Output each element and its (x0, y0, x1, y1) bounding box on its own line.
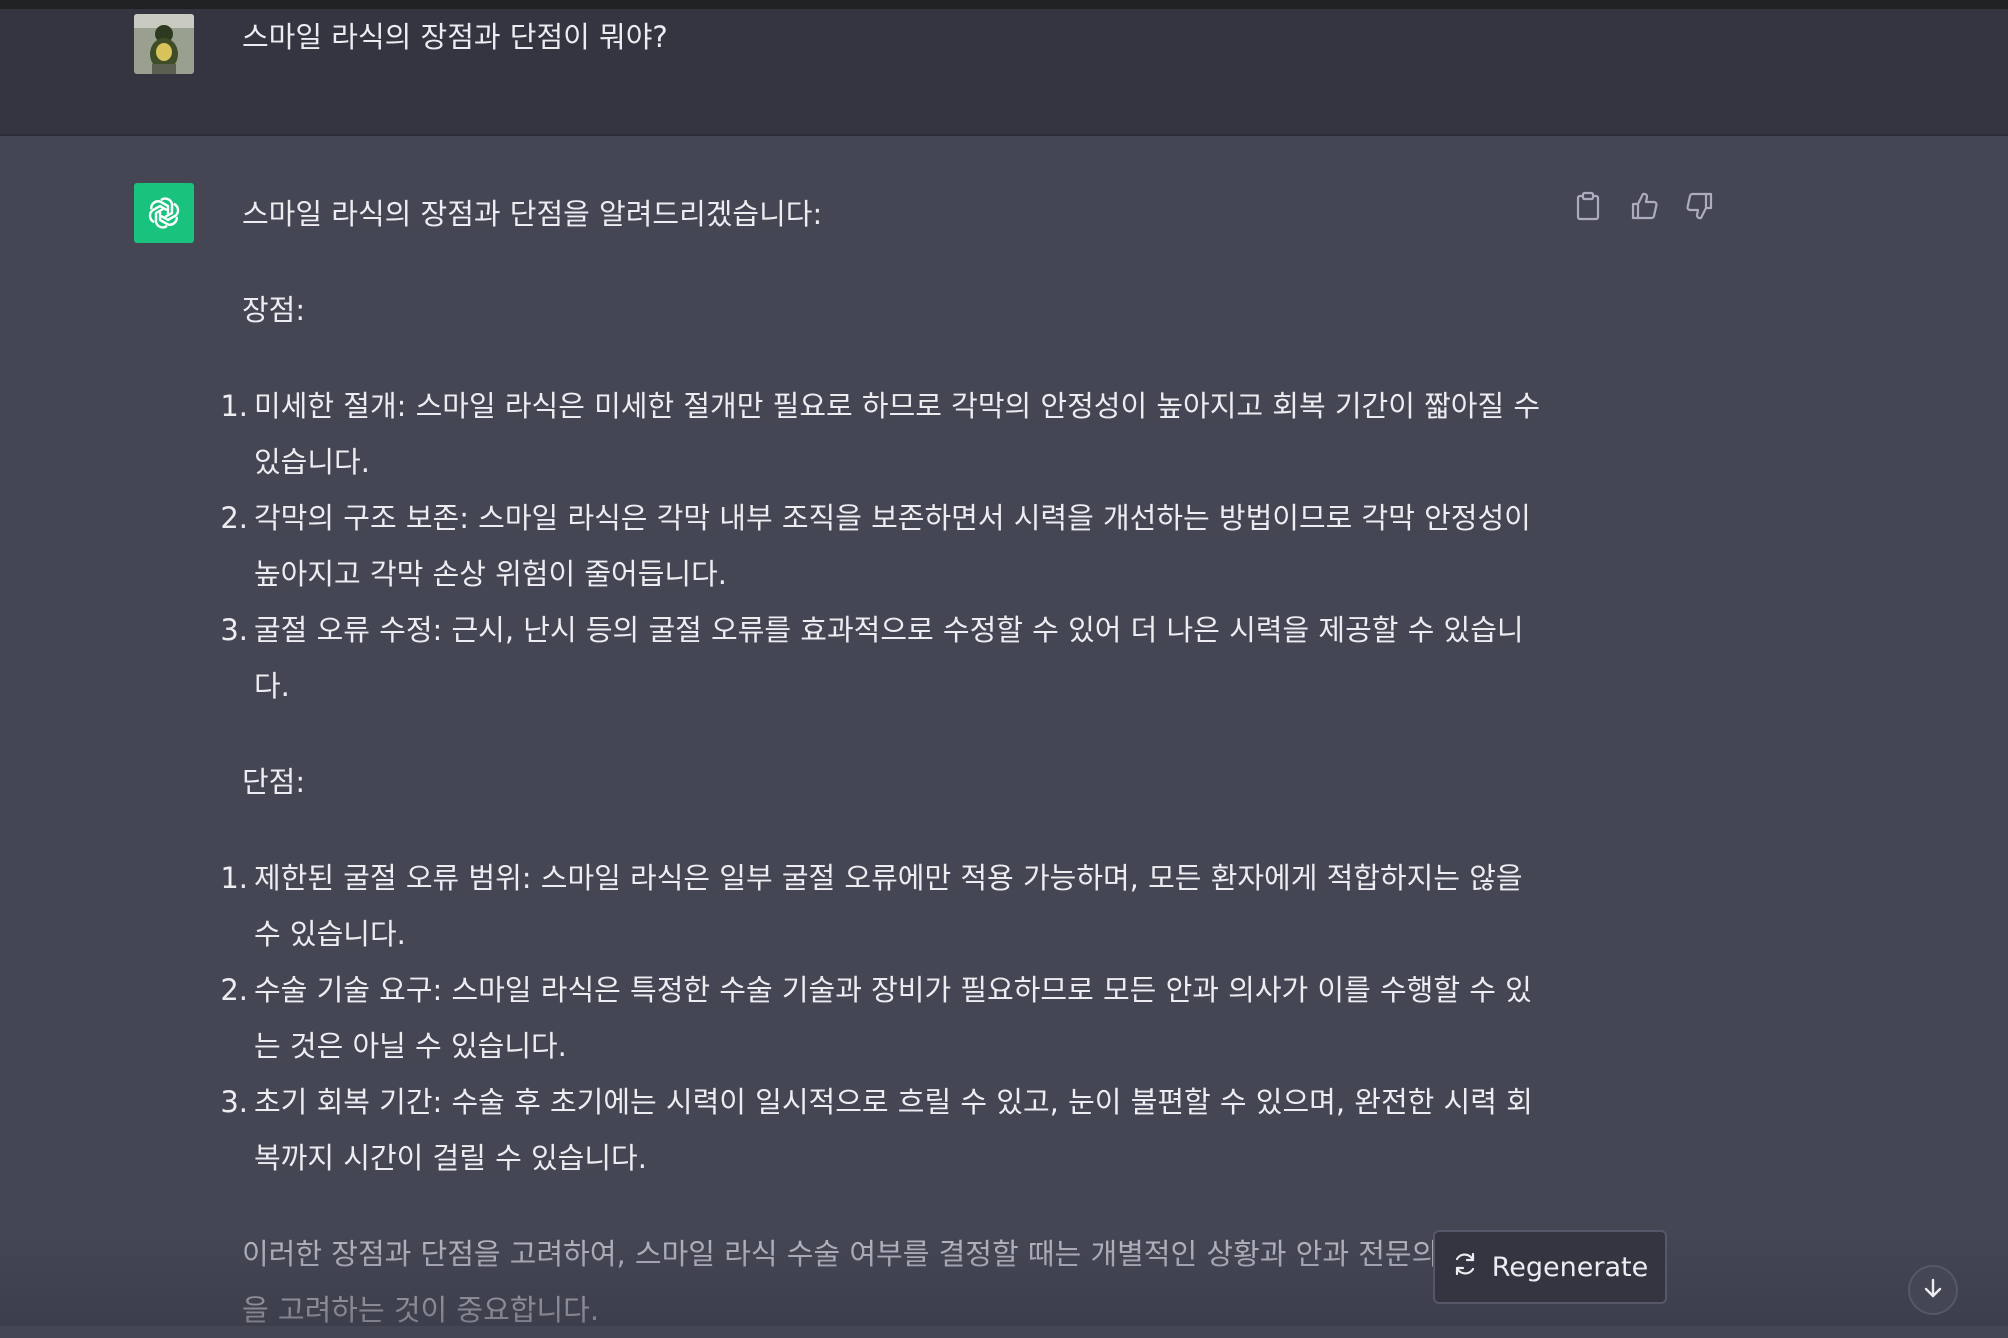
message-actions (1572, 190, 1716, 222)
list-number: 3. (220, 1085, 248, 1119)
thumbs-down-icon[interactable] (1684, 190, 1716, 222)
thumbs-up-icon[interactable] (1628, 190, 1660, 222)
closing-line: 이러한 장점과 단점을 고려하여, 스마일 라식 수술 여부를 결정할 때는 개… (242, 1237, 1439, 1271)
scroll-down-button[interactable] (1908, 1265, 1958, 1315)
list-item-line: 굴절 오류 수정: 근시, 난시 등의 굴절 오류를 효과적으로 수정할 수 있… (254, 613, 1524, 647)
list-item-line: 수 있습니다. (254, 917, 406, 951)
closing-line: 을 고려하는 것이 중요합니다. (242, 1293, 600, 1327)
assistant-message-content: 스마일 라식의 장점과 단점을 알려드리겠습니다: 장점: 1. 미세한 절개:… (220, 186, 1562, 1338)
user-message-text: 스마일 라식의 장점과 단점이 뭐야? (242, 20, 668, 54)
list-item-line: 높아지고 각막 손상 위험이 줄어듭니다. (254, 557, 727, 591)
list-item-line: 는 것은 아닐 수 있습니다. (254, 1029, 567, 1063)
list-number: 3. (220, 613, 248, 647)
list-item-line: 각막의 구조 보존: 스마일 라식은 각막 내부 조직을 보존하면서 시력을 개… (254, 501, 1531, 535)
assistant-message-row: 스마일 라식의 장점과 단점을 알려드리겠습니다: 장점: 1. 미세한 절개:… (0, 136, 2008, 1327)
list-item: 3. 굴절 오류 수정: 근시, 난시 등의 굴절 오류를 효과적으로 수정할 … (220, 602, 1562, 714)
list-item-line: 수술 기술 요구: 스마일 라식은 특정한 수술 기술과 장비가 필요하므로 모… (254, 973, 1532, 1007)
list-item-line: 제한된 굴절 오류 범위: 스마일 라식은 일부 굴절 오류에만 적용 가능하며… (254, 861, 1523, 895)
top-bar (0, 0, 2008, 9)
list-item-line: 있습니다. (254, 445, 370, 479)
user-message-row: 스마일 라식의 장점과 단점이 뭐야? (0, 9, 2008, 136)
list-item: 2. 수술 기술 요구: 스마일 라식은 특정한 수술 기술과 장비가 필요하므… (220, 962, 1562, 1074)
list-item-line: 복까지 시간이 걸릴 수 있습니다. (254, 1141, 647, 1175)
regenerate-label: Regenerate (1491, 1251, 1649, 1283)
user-avatar (134, 14, 194, 74)
list-item: 3. 초기 회복 기간: 수술 후 초기에는 시력이 일시적으로 흐릴 수 있고… (220, 1074, 1562, 1186)
list-item-line: 다. (254, 669, 290, 703)
list-item-line: 초기 회복 기간: 수술 후 초기에는 시력이 일시적으로 흐릴 수 있고, 눈… (254, 1085, 1533, 1119)
list-item: 2. 각막의 구조 보존: 스마일 라식은 각막 내부 조직을 보존하면서 시력… (220, 490, 1562, 602)
regenerate-button[interactable]: Regenerate (1433, 1230, 1667, 1304)
list-item: 1. 제한된 굴절 오류 범위: 스마일 라식은 일부 굴절 오류에만 적용 가… (220, 850, 1562, 962)
list-number: 2. (220, 973, 248, 1007)
cons-heading: 단점: (242, 765, 306, 799)
list-item: 1. 미세한 절개: 스마일 라식은 미세한 절개만 필요로 하므로 각막의 안… (220, 378, 1562, 490)
list-item-line: 미세한 절개: 스마일 라식은 미세한 절개만 필요로 하므로 각막의 안정성이… (254, 389, 1541, 423)
list-number: 2. (220, 501, 248, 535)
refresh-icon (1452, 1251, 1478, 1284)
pros-heading: 장점: (242, 293, 306, 327)
list-number: 1. (220, 389, 248, 423)
arrow-down-icon (1921, 1276, 1945, 1304)
chatgpt-logo-icon (134, 183, 194, 243)
list-number: 1. (220, 861, 248, 895)
assistant-intro: 스마일 라식의 장점과 단점을 알려드리겠습니다: (242, 197, 823, 231)
cons-list: 1. 제한된 굴절 오류 범위: 스마일 라식은 일부 굴절 오류에만 적용 가… (220, 850, 1562, 1186)
clipboard-icon[interactable] (1572, 190, 1604, 222)
pros-list: 1. 미세한 절개: 스마일 라식은 미세한 절개만 필요로 하므로 각막의 안… (220, 378, 1562, 714)
